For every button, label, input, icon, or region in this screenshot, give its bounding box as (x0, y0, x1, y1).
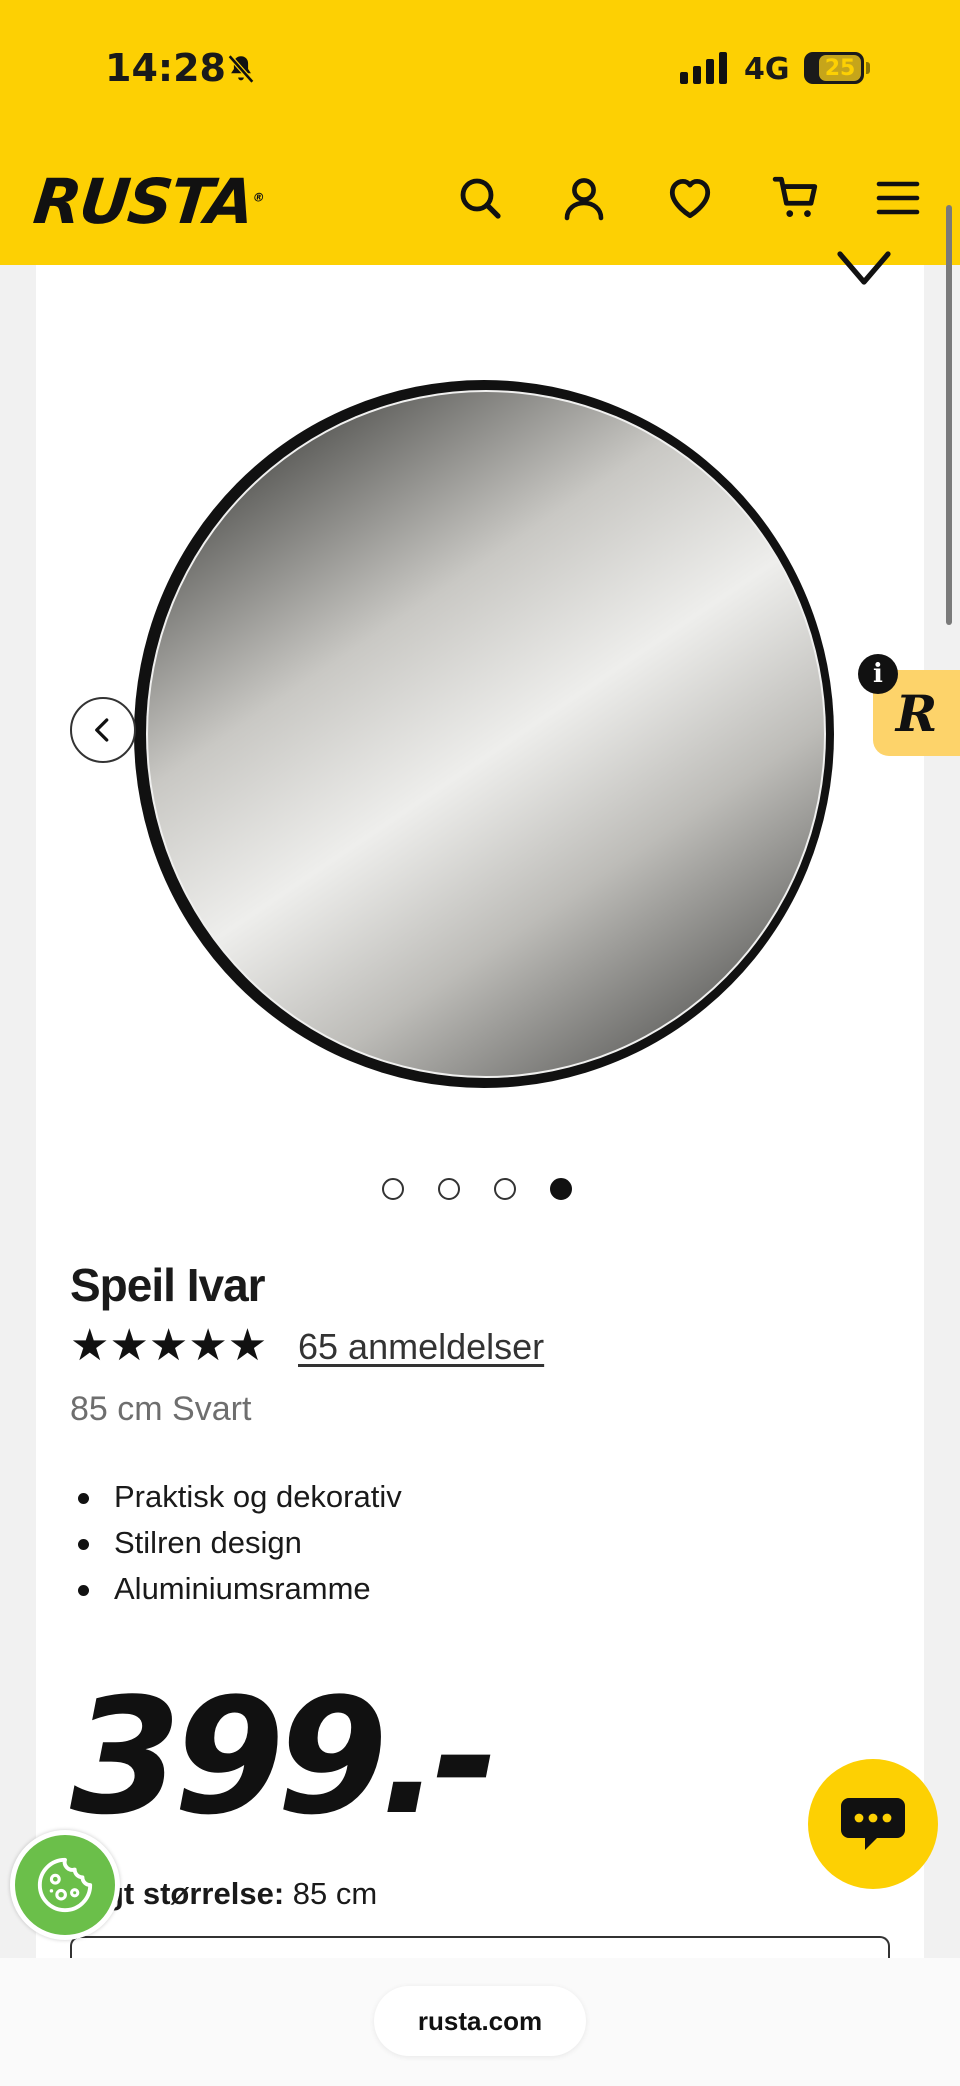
carousel-dot[interactable] (438, 1178, 460, 1200)
battery-icon: 25 (804, 52, 864, 84)
cart-button[interactable] (770, 172, 822, 224)
feature-item: Stilren design (70, 1520, 402, 1566)
network-type: 4G (744, 52, 790, 87)
cellular-signal-icon (680, 52, 727, 84)
account-button[interactable] (558, 172, 610, 224)
battery-nub (866, 62, 870, 74)
heart-icon (669, 178, 711, 219)
search-icon (460, 178, 501, 219)
carousel-dot[interactable] (494, 1178, 516, 1200)
menu-button[interactable] (872, 172, 924, 224)
battery-level: 25 (819, 55, 861, 81)
cookie-settings-button[interactable] (10, 1830, 120, 1940)
feature-item: Aluminiumsramme (70, 1566, 402, 1612)
info-icon[interactable]: i (858, 654, 898, 694)
heart-icon (837, 251, 891, 285)
chat-button[interactable] (808, 1759, 938, 1889)
favorites-button[interactable] (664, 172, 716, 224)
feature-list: Praktisk og dekorativ Stilren design Alu… (70, 1474, 402, 1612)
chevron-left-icon (95, 718, 109, 742)
registered-mark: ® (251, 190, 264, 205)
product-image[interactable] (130, 372, 840, 1092)
search-button[interactable] (454, 172, 506, 224)
rating-stars[interactable]: ★★★★★ (70, 1322, 267, 1370)
reviews-link[interactable]: 65 anmeldelser (298, 1326, 544, 1368)
product-title: Speil Ivar (70, 1259, 266, 1311)
product-variant: 85 cm Svart (70, 1390, 252, 1428)
carousel-dot-active[interactable] (550, 1178, 572, 1200)
chat-bubble-icon (841, 1798, 905, 1850)
product-price: 399.- (70, 1663, 499, 1850)
bell-muted-icon (224, 52, 258, 91)
status-time: 14:28 (105, 46, 226, 90)
user-icon (564, 178, 604, 221)
carousel-prev-button[interactable] (70, 697, 136, 763)
rusta-logo[interactable]: RUSTA® (30, 165, 266, 238)
selected-size: gt størrelse: 85 cm (105, 1876, 377, 1912)
page-scrollbar[interactable] (946, 205, 952, 625)
carousel-dot[interactable] (382, 1178, 404, 1200)
selected-size-value: 85 cm (292, 1876, 378, 1911)
selected-size-label: gt størrelse: (105, 1876, 285, 1911)
feature-item: Praktisk og dekorativ (70, 1474, 402, 1520)
carousel-dots (382, 1178, 572, 1200)
address-bar[interactable]: rusta.com (374, 1986, 586, 2056)
hamburger-menu-icon (876, 181, 920, 215)
cookie-icon (37, 1857, 93, 1913)
add-to-wishlist-button[interactable] (832, 250, 896, 295)
cart-icon (772, 176, 818, 217)
